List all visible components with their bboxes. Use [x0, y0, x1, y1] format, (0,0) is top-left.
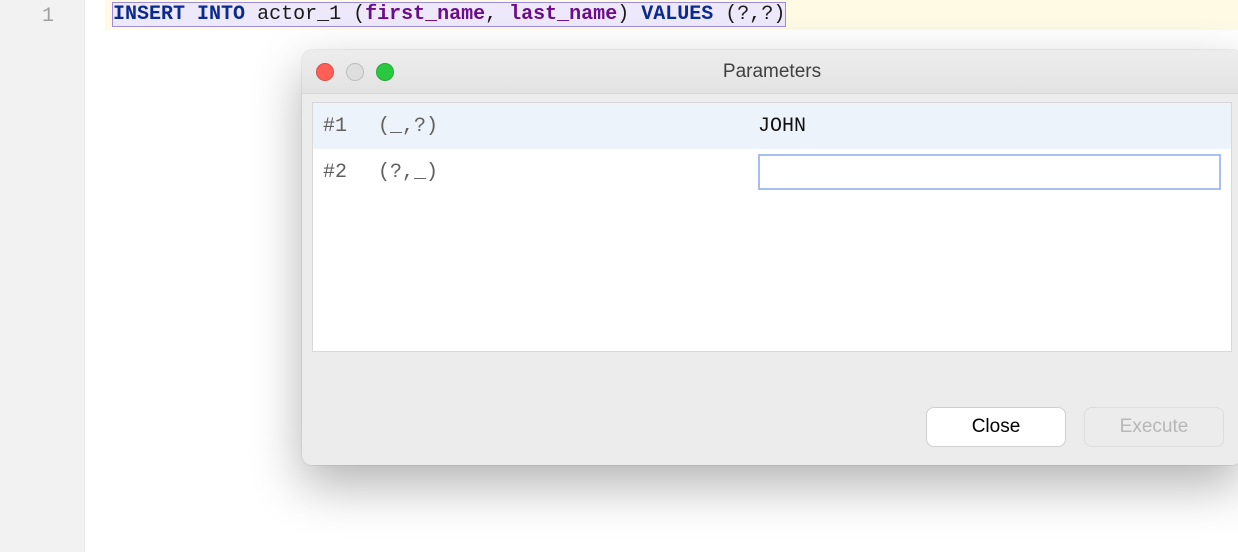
sql-keyword-into: INTO [197, 3, 245, 26]
dialog-title: Parameters [723, 61, 821, 83]
sql-keyword-insert: INSERT [113, 3, 185, 26]
sql-column-1: first_name [365, 3, 485, 26]
param-index: #2 [323, 161, 378, 184]
param-index: #1 [323, 115, 378, 138]
param-hint: (_,?) [378, 115, 758, 138]
sql-column-2: last_name [509, 3, 617, 26]
code-line-1[interactable]: INSERT INTO actor_1 (first_name, last_na… [105, 0, 1238, 30]
zoom-window-icon[interactable] [376, 63, 394, 81]
parameter-row-2[interactable]: #2 (?,_) [313, 149, 1231, 195]
sql-keyword-values: VALUES [641, 3, 713, 26]
param-value-display[interactable]: JOHN [758, 115, 1221, 138]
param-value-input[interactable] [758, 154, 1221, 190]
sql-table-name: actor_1 [257, 3, 341, 26]
code-editor[interactable]: INSERT INTO actor_1 (first_name, last_na… [85, 0, 1238, 552]
param-hint: (?,_) [378, 161, 758, 184]
window-controls [316, 63, 394, 81]
parameter-list: #1 (_,?) JOHN #2 (?,_) [312, 102, 1232, 352]
line-number: 1 [0, 2, 84, 32]
execute-button: Execute [1084, 407, 1224, 447]
close-button[interactable]: Close [926, 407, 1066, 447]
parameters-dialog: Parameters #1 (_,?) JOHN #2 (?,_) Close … [302, 50, 1238, 465]
close-window-icon[interactable] [316, 63, 334, 81]
minimize-window-icon [346, 63, 364, 81]
dialog-titlebar[interactable]: Parameters [302, 50, 1238, 94]
parameter-row-1[interactable]: #1 (_,?) JOHN [313, 103, 1231, 149]
dialog-footer: Close Execute [302, 389, 1238, 465]
editor-gutter: 1 [0, 0, 85, 552]
